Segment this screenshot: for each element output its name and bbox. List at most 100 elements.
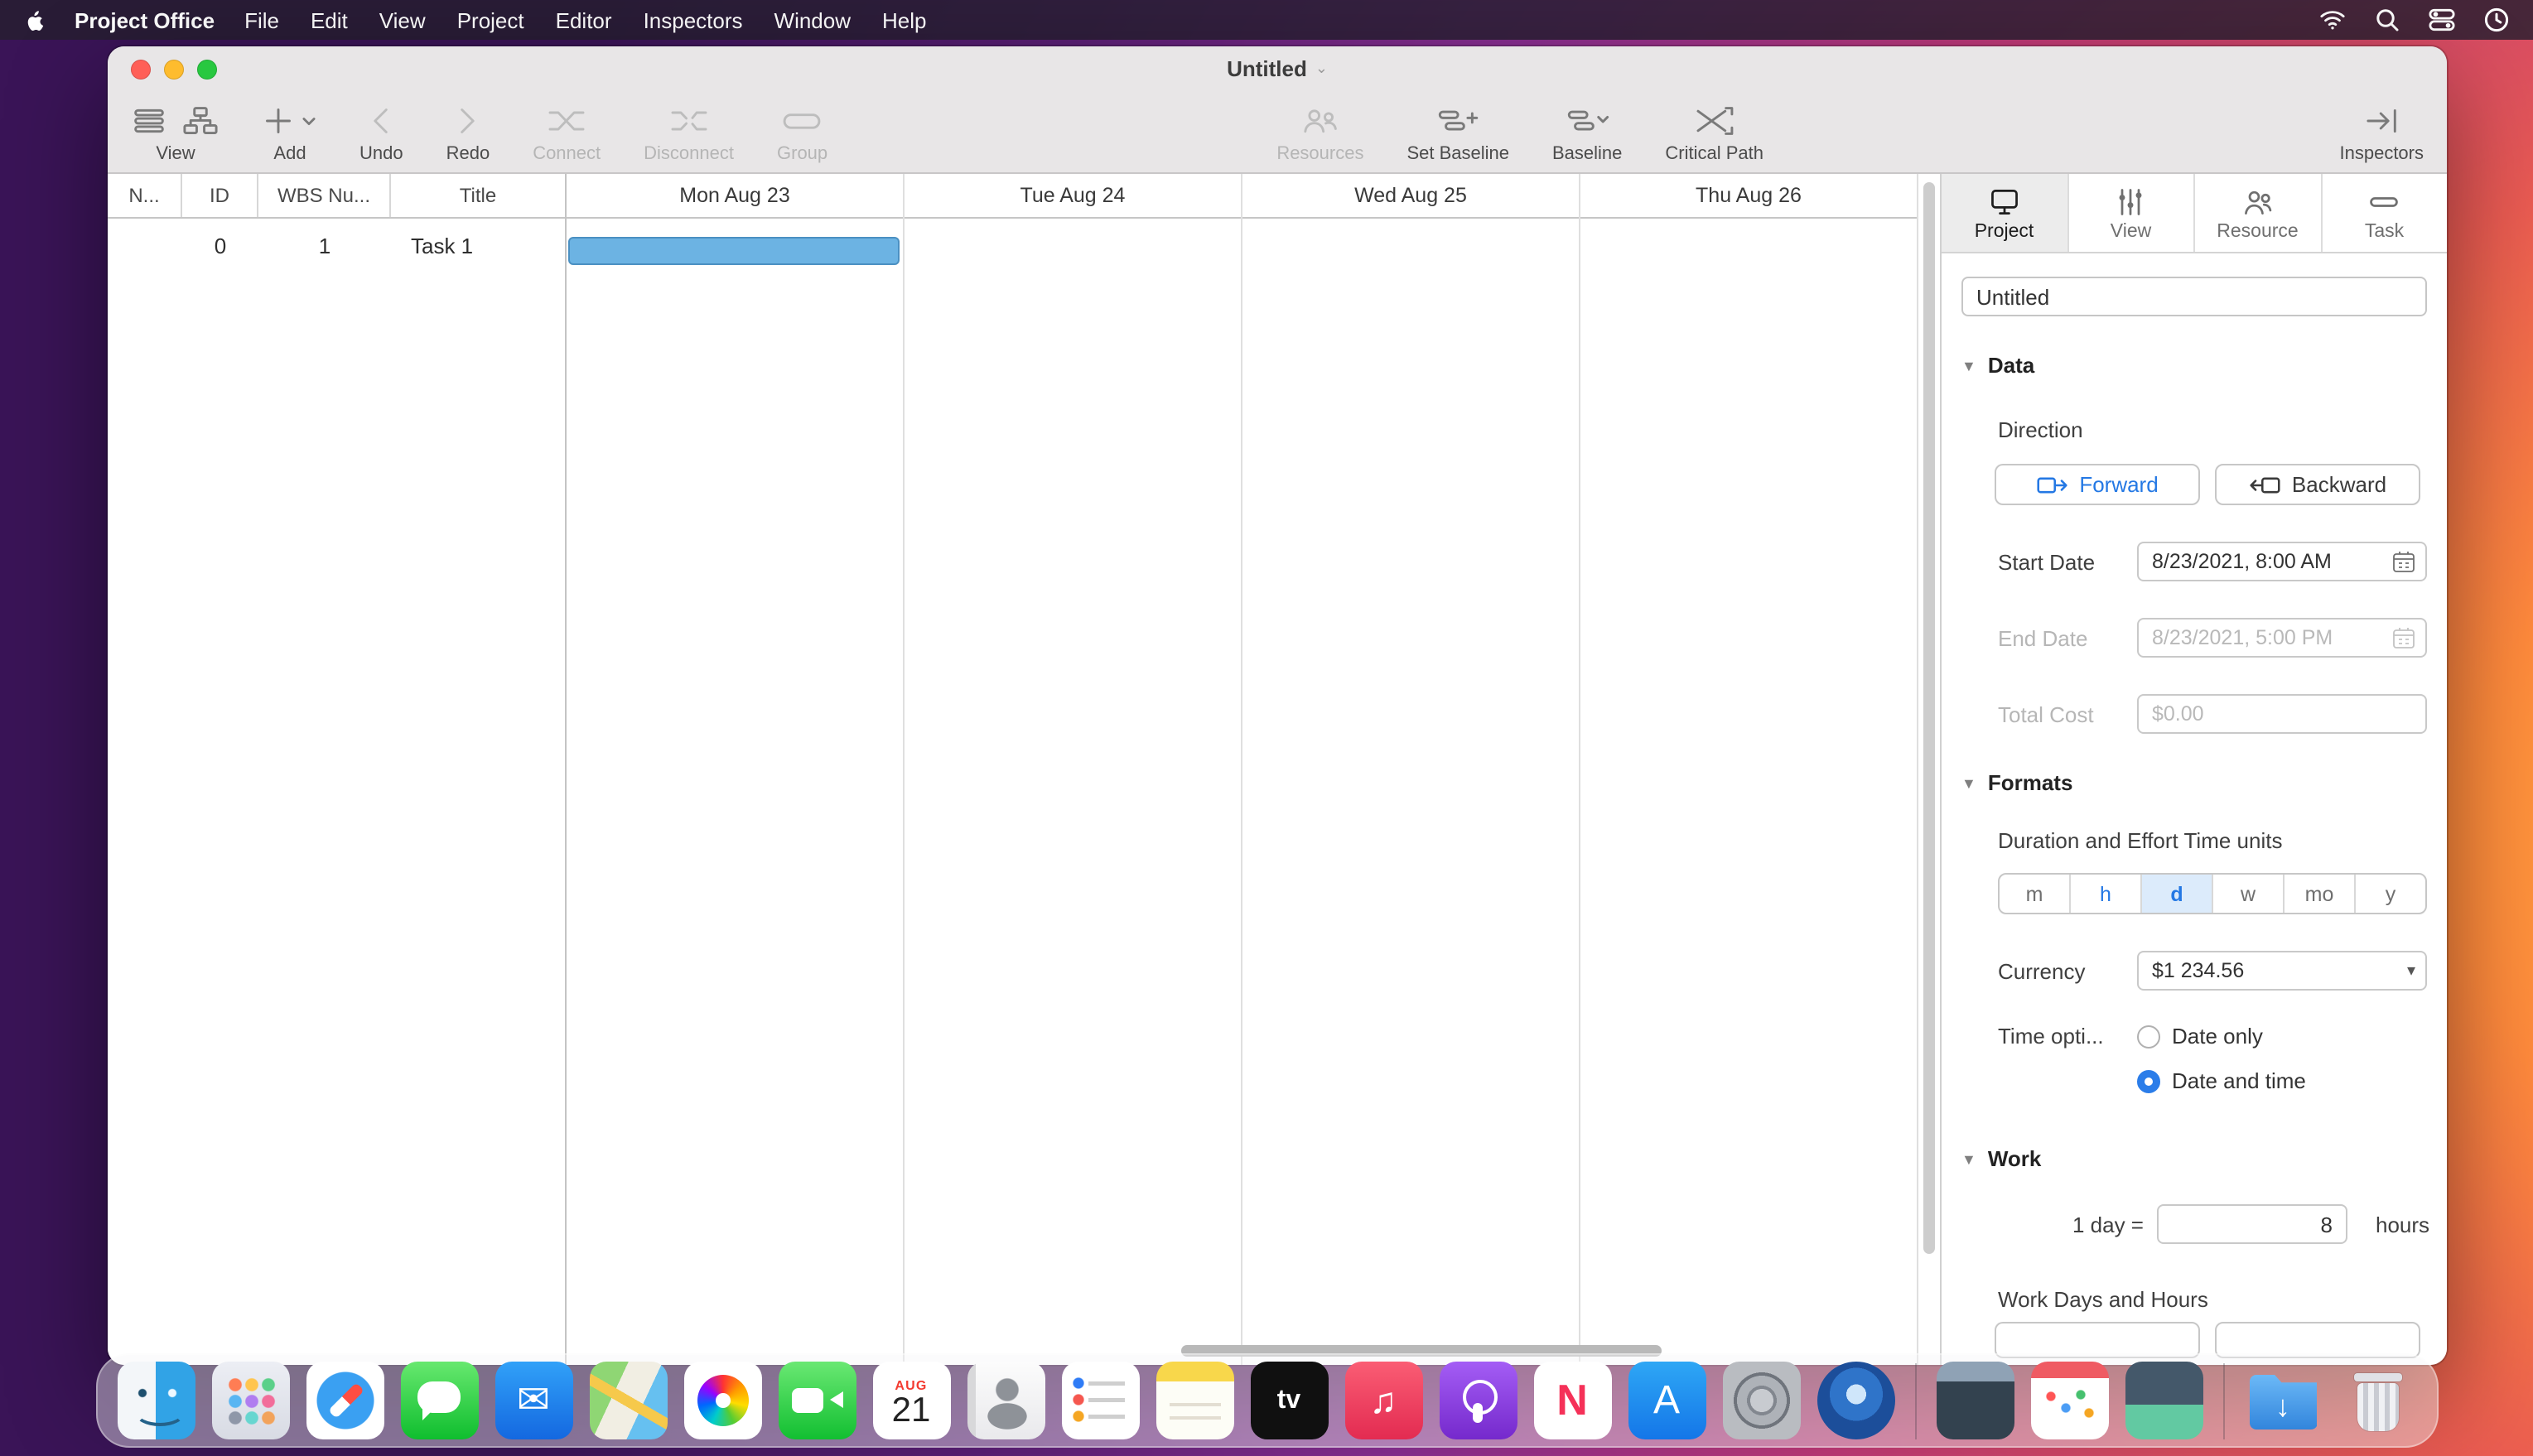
apple-menu[interactable] <box>23 7 48 32</box>
clock-icon[interactable] <box>2483 7 2510 33</box>
dock-launchpad-icon[interactable] <box>211 1362 289 1439</box>
menu-window[interactable]: Window <box>774 7 852 32</box>
dock-tv-icon[interactable]: tv <box>1250 1362 1328 1439</box>
data-section-header[interactable]: ▼ Data <box>1961 353 2427 378</box>
forward-button[interactable]: Forward <box>1995 464 2200 505</box>
date-and-time-option[interactable]: Date and time <box>2137 1068 2427 1093</box>
dock-music-icon[interactable]: ♫ <box>1344 1362 1422 1439</box>
hours-per-day-field[interactable] <box>2157 1204 2347 1244</box>
dock-maps-icon[interactable] <box>589 1362 667 1439</box>
column-header[interactable]: Title <box>391 174 565 217</box>
menu-help[interactable]: Help <box>882 7 927 32</box>
start-date-input[interactable]: 8/23/2021, 8:00 AM <box>2137 542 2427 581</box>
dock-messages-icon[interactable] <box>400 1362 478 1439</box>
dock-app-window-1-icon[interactable] <box>1936 1362 2014 1439</box>
downloads-glyph: ↓ <box>2275 1390 2290 1425</box>
time-unit-m[interactable]: m <box>2000 875 2069 913</box>
group-icon <box>781 104 824 137</box>
undo-button[interactable]: Undo <box>359 99 403 164</box>
radio-selected-icon[interactable] <box>2137 1069 2160 1092</box>
group-button[interactable]: Group <box>777 99 827 164</box>
zoom-button[interactable] <box>197 60 217 80</box>
time-unit-mo[interactable]: mo <box>2283 875 2354 913</box>
inspector-tabs: Project View Resource Task <box>1942 174 2447 253</box>
menu-view[interactable]: View <box>379 7 426 32</box>
menu-inspectors[interactable]: Inspectors <box>644 7 743 32</box>
connect-button[interactable]: Connect <box>533 99 601 164</box>
vertical-scrollbar[interactable] <box>1923 182 1935 1254</box>
dock-trash-icon[interactable] <box>2338 1362 2416 1439</box>
menu-app-name[interactable]: Project Office <box>75 7 215 32</box>
dock-project-office-icon[interactable] <box>1817 1362 1894 1439</box>
time-unit-h[interactable]: h <box>2069 875 2140 913</box>
wifi-icon[interactable] <box>2319 7 2346 33</box>
tab-label: View <box>2111 221 2151 241</box>
end-date-input: 8/23/2021, 5:00 PM <box>2137 618 2427 658</box>
menu-editor[interactable]: Editor <box>556 7 612 32</box>
time-unit-y[interactable]: y <box>2354 875 2425 913</box>
minimize-button[interactable] <box>164 60 184 80</box>
dock-notes-icon[interactable] <box>1156 1362 1233 1439</box>
column-header[interactable]: WBS Nu... <box>258 174 391 217</box>
traffic-lights <box>131 60 217 80</box>
project-name-field[interactable] <box>1961 277 2427 316</box>
total-cost-input: $0.00 <box>2137 694 2427 734</box>
disclosure-triangle-icon[interactable]: ▼ <box>1961 1150 1976 1167</box>
music-glyph: ♫ <box>1370 1379 1397 1422</box>
dock-appstore-icon[interactable]: A <box>1628 1362 1706 1439</box>
close-button[interactable] <box>131 60 151 80</box>
dock-mail-icon[interactable]: ✉ <box>495 1362 572 1439</box>
menu-project[interactable]: Project <box>457 7 524 32</box>
total-cost-value: $0.00 <box>2152 702 2415 726</box>
dock-app-window-2-icon[interactable] <box>2125 1362 2203 1439</box>
tab-view[interactable]: View <box>2067 174 2193 252</box>
view-network-icon[interactable] <box>181 104 220 137</box>
dock-calendar-grid-app-icon[interactable] <box>2030 1362 2108 1439</box>
dock-finder-icon[interactable] <box>117 1362 195 1439</box>
dock-safari-icon[interactable] <box>306 1362 384 1439</box>
inspectors-button[interactable]: Inspectors <box>2340 99 2424 164</box>
dock-system-preferences-icon[interactable] <box>1722 1362 1800 1439</box>
set-baseline-button[interactable]: Set Baseline <box>1406 99 1509 164</box>
menu-edit[interactable]: Edit <box>311 7 348 32</box>
critical-path-button[interactable]: Critical Path <box>1665 99 1763 164</box>
dock-downloads-icon[interactable]: ↓ <box>2244 1362 2322 1439</box>
tab-task[interactable]: Task <box>2320 174 2447 252</box>
dock-photos-icon[interactable] <box>683 1362 761 1439</box>
mail-glyph: ✉ <box>517 1376 550 1425</box>
disclosure-triangle-icon[interactable]: ▼ <box>1961 357 1976 374</box>
tab-project[interactable]: Project <box>1942 174 2067 252</box>
time-unit-w[interactable]: w <box>2212 875 2283 913</box>
view-table-icon[interactable] <box>131 104 167 137</box>
backward-button[interactable]: Backward <box>2215 464 2420 505</box>
dock-podcasts-icon[interactable] <box>1439 1362 1517 1439</box>
baseline-button[interactable]: Baseline <box>1552 99 1622 164</box>
time-unit-d[interactable]: d <box>2140 875 2212 913</box>
column-header[interactable]: N... <box>108 174 182 217</box>
table-row[interactable]: 01Task 1 <box>108 219 565 273</box>
view-toolbar-group[interactable]: View <box>131 99 220 164</box>
menu-file[interactable]: File <box>244 7 279 32</box>
dock-calendar-icon[interactable]: AUG21 <box>872 1362 950 1439</box>
currency-dropdown[interactable]: $1 234.56 ▾ <box>2137 951 2427 991</box>
search-icon[interactable] <box>2374 7 2400 33</box>
redo-button[interactable]: Redo <box>446 99 490 164</box>
dock-reminders-icon[interactable] <box>1061 1362 1139 1439</box>
date-only-option[interactable]: Date only <box>2137 1024 2427 1049</box>
column-header[interactable]: ID <box>182 174 258 217</box>
dock-news-icon[interactable]: N <box>1533 1362 1611 1439</box>
dock-contacts-icon[interactable] <box>967 1362 1045 1439</box>
resources-button[interactable]: Resources <box>1276 99 1363 164</box>
formats-section-header[interactable]: ▼ Formats <box>1961 770 2427 795</box>
chevron-down-icon[interactable]: ⌄ <box>1315 60 1328 78</box>
calendar-icon[interactable] <box>2392 550 2415 573</box>
task-bar[interactable] <box>568 237 900 265</box>
tab-resource[interactable]: Resource <box>2193 174 2320 252</box>
add-button[interactable]: Add <box>263 99 316 164</box>
radio-icon[interactable] <box>2137 1025 2160 1048</box>
disconnect-button[interactable]: Disconnect <box>644 99 734 164</box>
dock-facetime-icon[interactable] <box>778 1362 856 1439</box>
work-section-header[interactable]: ▼ Work <box>1961 1146 2427 1171</box>
disclosure-triangle-icon[interactable]: ▼ <box>1961 774 1976 791</box>
control-center-icon[interactable] <box>2429 7 2455 33</box>
